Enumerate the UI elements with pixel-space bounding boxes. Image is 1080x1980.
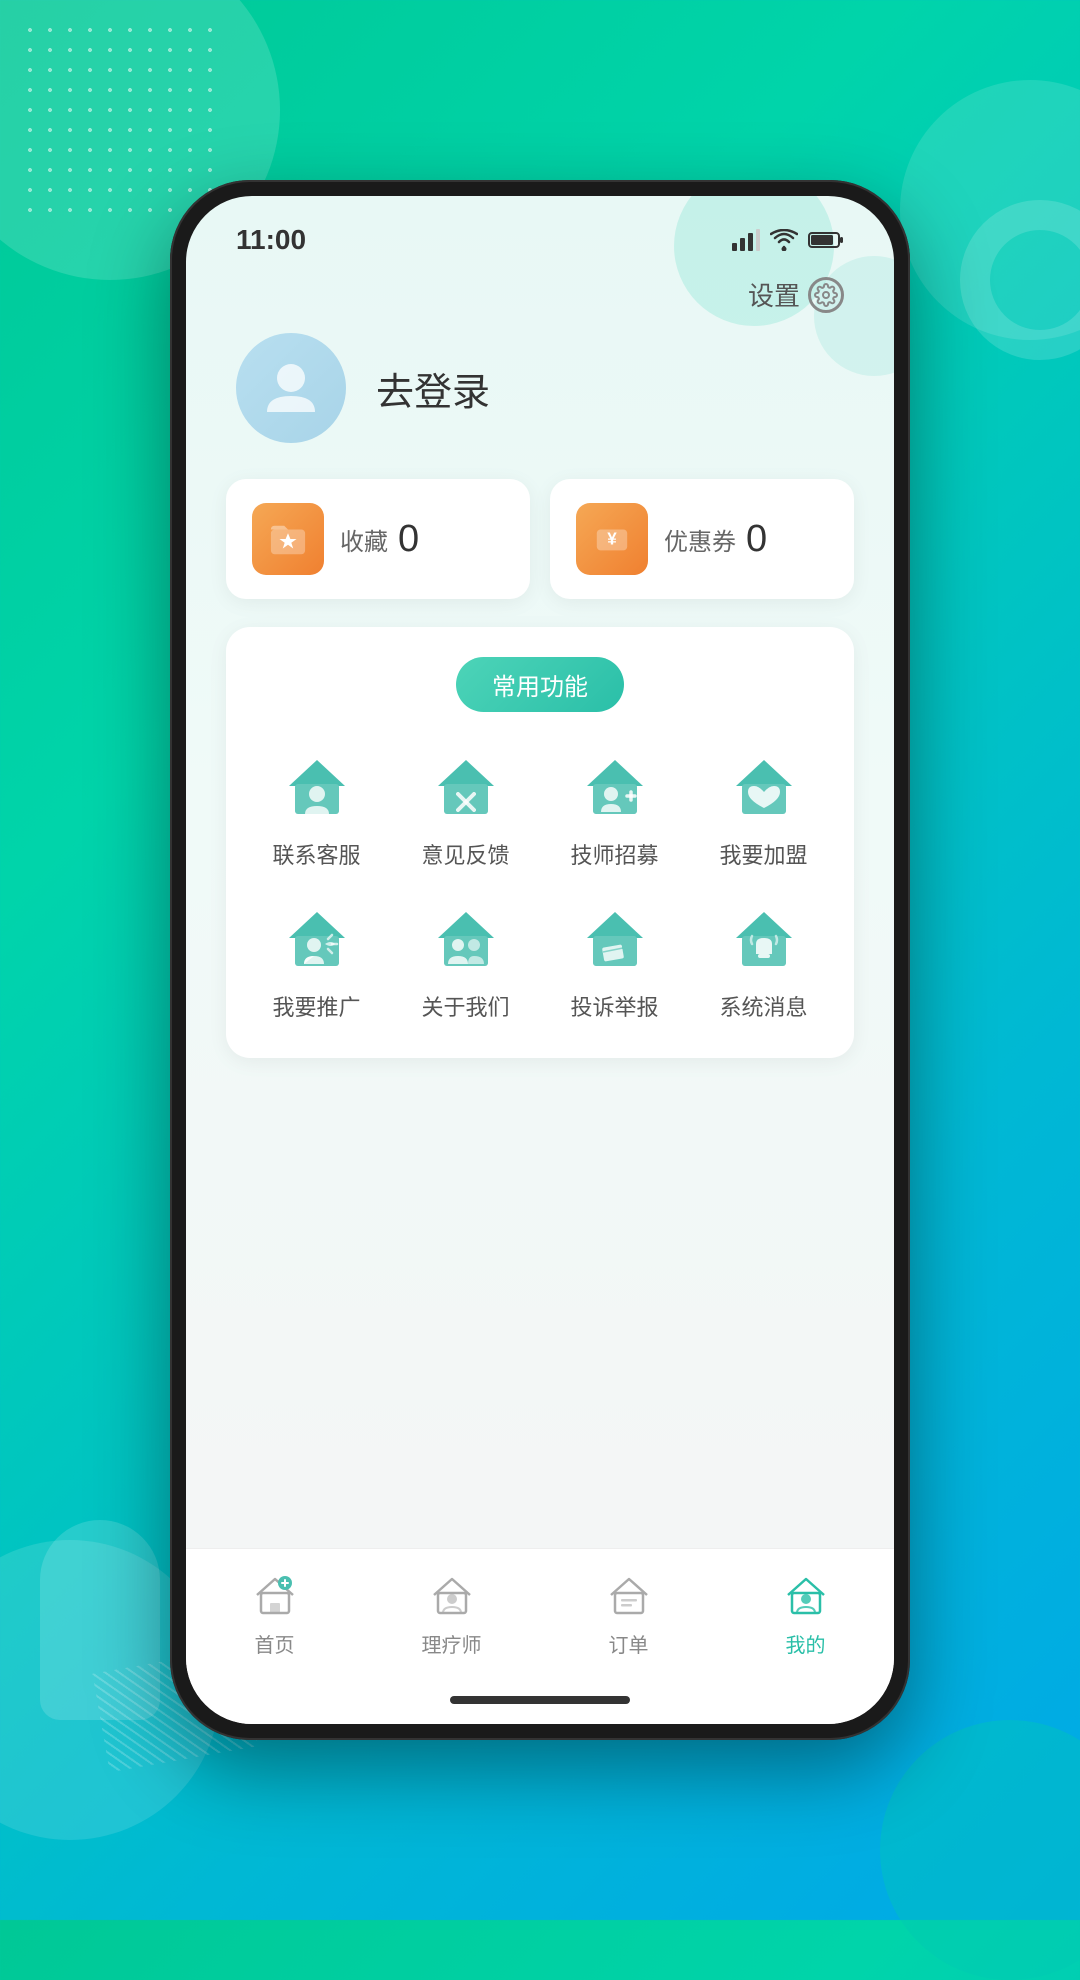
functions-grid: 联系客服	[250, 746, 830, 1022]
tab-therapist-icon	[426, 1569, 478, 1621]
functions-title-row: 常用功能	[250, 657, 830, 712]
status-time: 11:00	[236, 224, 306, 256]
avatar-person-icon	[259, 356, 323, 420]
complaint-icon	[575, 898, 655, 978]
favorites-icon-box	[252, 503, 324, 575]
functions-title: 常用功能	[456, 657, 624, 712]
signal-icon	[732, 229, 760, 251]
phone-frame: 11:00	[170, 180, 910, 1740]
contact-service-label: 联系客服	[272, 838, 360, 870]
bg-decor-dots	[20, 20, 220, 220]
bg-decor-circle-br	[880, 1720, 1080, 1980]
favorites-card[interactable]: 收藏 0	[226, 479, 530, 599]
contact-service-icon	[277, 746, 357, 826]
star-icon	[269, 520, 307, 558]
notification-icon	[724, 898, 804, 978]
tab-therapist[interactable]: 理疗师	[363, 1569, 540, 1658]
coupons-label: 优惠券	[664, 522, 736, 557]
tab-therapist-label: 理疗师	[422, 1629, 482, 1658]
avatar	[236, 333, 346, 443]
promote-label: 我要推广	[272, 990, 360, 1022]
coupons-info: 优惠券 0	[664, 518, 767, 561]
function-about[interactable]: 关于我们	[399, 898, 532, 1022]
feedback-icon	[426, 746, 506, 826]
tab-home-label: 首页	[255, 1629, 295, 1658]
status-icons	[732, 229, 844, 251]
function-tech-recruit[interactable]: 技师招募	[548, 746, 681, 870]
login-text: 去登录	[376, 361, 490, 416]
notification-label: 系统消息	[719, 990, 807, 1022]
join-icon	[724, 746, 804, 826]
function-join[interactable]: 我要加盟	[697, 746, 830, 870]
favorites-info: 收藏 0	[340, 518, 419, 561]
tech-recruit-icon	[575, 746, 655, 826]
home-indicator	[186, 1688, 894, 1724]
about-label: 关于我们	[421, 990, 509, 1022]
settings-label: 设置	[748, 276, 800, 313]
complaint-label: 投诉举报	[570, 990, 658, 1022]
join-label: 我要加盟	[719, 838, 807, 870]
tab-orders-label: 订单	[609, 1629, 649, 1658]
settings-button[interactable]: 设置	[748, 276, 844, 313]
tab-bar: 首页 理疗师	[186, 1548, 894, 1688]
tab-home-icon	[249, 1569, 301, 1621]
coupons-icon-box: ¥	[576, 503, 648, 575]
tab-orders[interactable]: 订单	[540, 1569, 717, 1658]
coupons-card[interactable]: ¥ 优惠券 0	[550, 479, 854, 599]
function-feedback[interactable]: 意见反馈	[399, 746, 532, 870]
home-bar	[450, 1696, 630, 1704]
favorites-count: 0	[398, 518, 419, 561]
function-notification[interactable]: 系统消息	[697, 898, 830, 1022]
battery-icon	[808, 230, 844, 250]
functions-card: 常用功能	[226, 627, 854, 1058]
tab-mine-icon	[780, 1569, 832, 1621]
function-contact-service[interactable]: 联系客服	[250, 746, 383, 870]
stats-row: 收藏 0 ¥ 优惠券 0	[226, 479, 854, 599]
tech-recruit-label: 技师招募	[570, 838, 658, 870]
promote-icon	[277, 898, 357, 978]
phone-screen: 11:00	[186, 196, 894, 1724]
tab-home[interactable]: 首页	[186, 1569, 363, 1658]
gear-icon	[808, 277, 844, 313]
tab-orders-icon	[603, 1569, 655, 1621]
tab-mine-label: 我的	[786, 1629, 826, 1658]
svg-text:¥: ¥	[607, 530, 617, 549]
coupon-icon: ¥	[593, 520, 631, 558]
profile-section[interactable]: 去登录	[226, 333, 854, 443]
coupons-count: 0	[746, 518, 767, 561]
status-bar: 11:00	[186, 196, 894, 266]
function-complaint[interactable]: 投诉举报	[548, 898, 681, 1022]
settings-row: 设置	[226, 276, 854, 313]
tab-mine[interactable]: 我的	[717, 1569, 894, 1658]
about-icon	[426, 898, 506, 978]
favorites-label: 收藏	[340, 522, 388, 557]
wifi-icon	[770, 229, 798, 251]
feedback-label: 意见反馈	[421, 838, 509, 870]
main-content: 设置 去登录	[186, 266, 894, 1548]
function-promote[interactable]: 我要推广	[250, 898, 383, 1022]
